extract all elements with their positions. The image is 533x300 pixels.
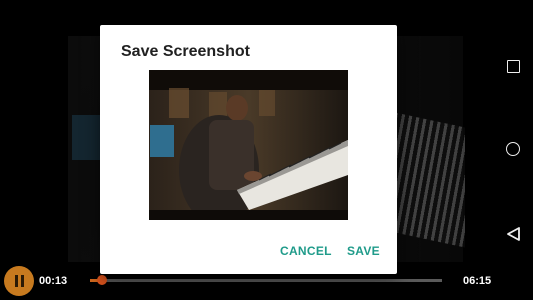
recents-square-icon[interactable]	[507, 60, 520, 73]
navigation-bar	[498, 0, 533, 300]
screenshot-preview	[149, 70, 348, 220]
save-button[interactable]: SAVE	[347, 244, 380, 258]
pause-icon	[14, 275, 24, 287]
pause-button[interactable]	[4, 266, 34, 296]
screenshot-preview-image	[149, 70, 348, 220]
seek-bar[interactable]	[90, 275, 442, 285]
dialog-title: Save Screenshot	[121, 43, 250, 60]
home-circle-icon[interactable]	[506, 142, 520, 156]
save-screenshot-dialog: Save Screenshot CANCEL SAVE	[100, 25, 397, 274]
current-time: 00:13	[39, 275, 68, 287]
cancel-button[interactable]: CANCEL	[280, 244, 332, 258]
total-time: 06:15	[463, 275, 492, 287]
back-triangle-icon[interactable]	[506, 226, 522, 242]
